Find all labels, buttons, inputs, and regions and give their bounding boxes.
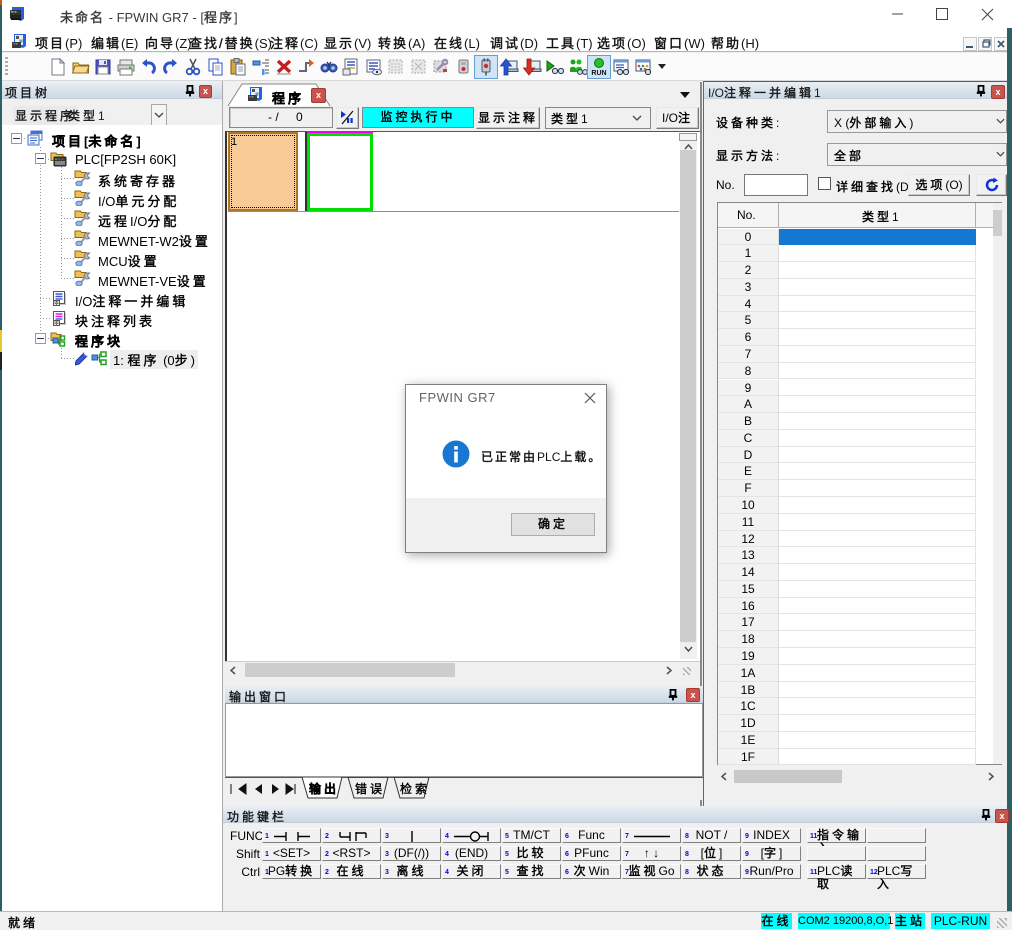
svg-text:RUN: RUN: [591, 70, 606, 77]
